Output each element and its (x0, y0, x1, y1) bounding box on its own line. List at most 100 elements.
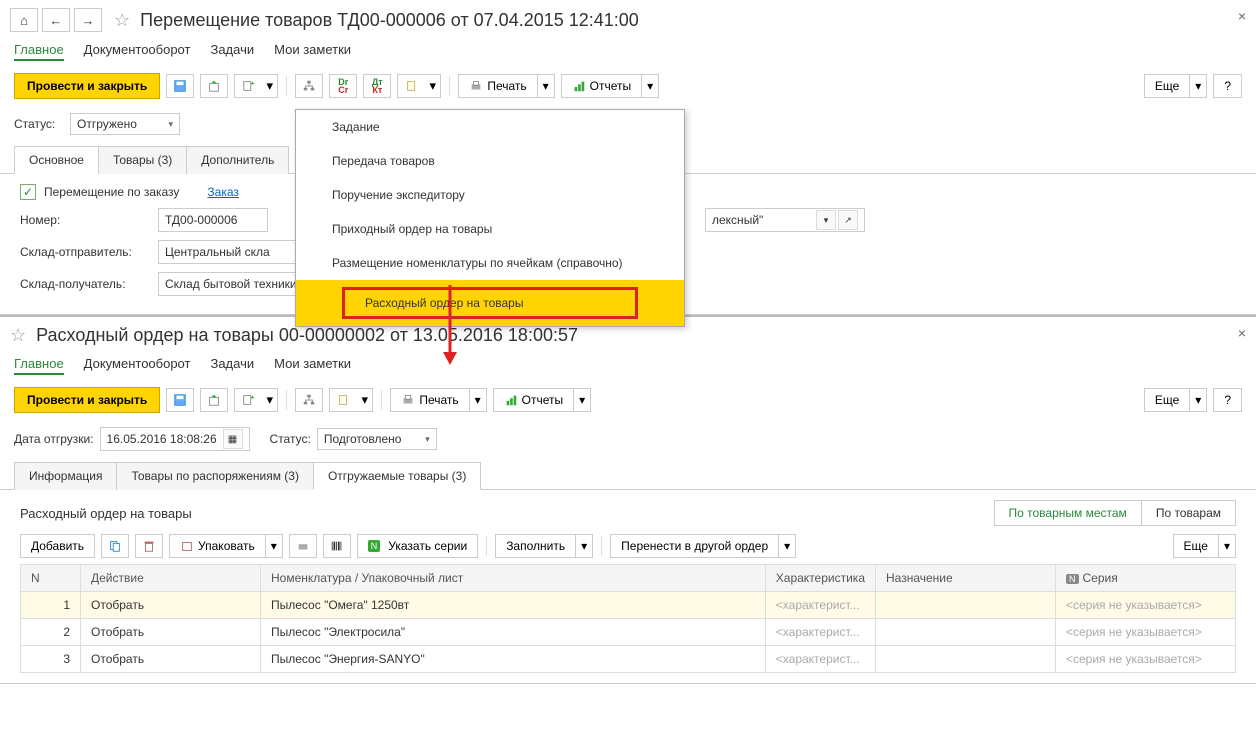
more-button[interactable]: Еще ▾ (1144, 74, 1207, 98)
highlight-frame: Расходный ордер на товары (342, 287, 638, 319)
menu-item-receipt-order[interactable]: Приходный ордер на товары (296, 212, 684, 246)
open-icon[interactable]: ↗ (838, 210, 858, 230)
tab-main-notes[interactable]: Мои заметки (274, 42, 351, 61)
view-toggle: По товарным местам По товарам (994, 500, 1237, 526)
save-button[interactable] (166, 74, 194, 98)
home-button[interactable]: ⌂ (10, 8, 38, 32)
col-nom[interactable]: Номенклатура / Упаковочный лист (261, 565, 766, 592)
ship-date-label: Дата отгрузки: (14, 432, 94, 446)
structure-button[interactable] (295, 74, 323, 98)
table-row[interactable]: 3 Отобрать Пылесос "Энергия-SANYO" <хара… (21, 646, 1236, 673)
post-button[interactable] (200, 388, 228, 412)
series-button[interactable]: NУказать серии (357, 534, 478, 558)
table-toolbar: Добавить Упаковать ▾ NУказать серии Запо… (20, 534, 1236, 558)
back-button[interactable]: ← (42, 8, 70, 32)
table-more-button[interactable]: Еще ▾ (1173, 534, 1236, 558)
print-button[interactable]: Печать ▾ (390, 388, 486, 412)
tab-main-docflow[interactable]: Документооборот (84, 42, 191, 61)
tab-inner-by-orders[interactable]: Товары по распоряжениям (3) (116, 462, 313, 490)
more-button[interactable]: Еще ▾ (1144, 388, 1207, 412)
favorite-icon[interactable]: ☆ (114, 10, 130, 31)
tab-inner-goods[interactable]: Товары (3) (98, 146, 187, 174)
tab-main-glavnoe[interactable]: Главное (14, 42, 64, 61)
table-row[interactable]: 2 Отобрать Пылесос "Электросила" <характ… (21, 619, 1236, 646)
dtkt-button[interactable]: ДтКт (363, 74, 391, 98)
help-button[interactable]: ? (1213, 74, 1242, 98)
main-tabs: Главное Документооборот Задачи Мои замет… (0, 36, 1256, 69)
toolbar: Провести и закрыть ▾ DrCr ДтКт ▾ Печать (0, 69, 1256, 109)
help-button[interactable]: ? (1213, 388, 1242, 412)
window-movement: ⌂ ← → ☆ Перемещение товаров ТД00-000006 … (0, 0, 1256, 315)
tab-main-notes[interactable]: Мои заметки (274, 356, 351, 375)
save-button[interactable] (166, 388, 194, 412)
print-row-button[interactable] (289, 534, 317, 558)
move-button[interactable]: Перенести в другой ордер ▾ (610, 534, 796, 558)
right-field: лексный" ▾↗ (705, 208, 865, 232)
barcode-button[interactable] (323, 534, 351, 558)
post-button[interactable] (200, 74, 228, 98)
status-label: Статус: (270, 432, 311, 446)
toggle-places[interactable]: По товарным местам (994, 500, 1142, 526)
tab-inner-main[interactable]: Основное (14, 146, 99, 174)
menu-item-task[interactable]: Задание (296, 110, 684, 144)
sender-label: Склад-отправитель: (20, 245, 150, 259)
tab-inner-extra[interactable]: Дополнитель (186, 146, 289, 174)
menu-item-expense-order[interactable]: Расходный ордер на товары (296, 280, 684, 326)
by-order-checkbox[interactable]: ✓ (20, 184, 36, 200)
create-based-button[interactable]: ▾ (234, 388, 278, 412)
status-select[interactable]: Отгружено▾ (70, 113, 180, 135)
table-title: Расходный ордер на товары (20, 506, 192, 521)
tab-main-glavnoe[interactable]: Главное (14, 356, 64, 375)
attach-button[interactable]: ▾ (397, 74, 441, 98)
tab-inner-info[interactable]: Информация (14, 462, 117, 490)
forward-button[interactable]: → (74, 8, 102, 32)
status-row: Дата отгрузки: 16.05.2016 18:08:26 ▦ Ста… (0, 423, 1256, 455)
toolbar: Провести и закрыть ▾ ▾ Печать ▾ (0, 383, 1256, 423)
main-tabs: Главное Документооборот Задачи Мои замет… (0, 350, 1256, 383)
table-header-row: N Действие Номенклатура / Упаковочный ли… (21, 565, 1236, 592)
dropdown-icon[interactable]: ▾ (816, 210, 836, 230)
create-based-button[interactable]: ▾ (234, 74, 278, 98)
copy-button[interactable] (101, 534, 129, 558)
tab-main-tasks[interactable]: Задачи (210, 356, 254, 375)
series-badge-icon: N (1066, 574, 1079, 584)
structure-button[interactable] (295, 388, 323, 412)
menu-item-forwarder[interactable]: Поручение экспедитору (296, 178, 684, 212)
print-button[interactable]: Печать ▾ (458, 74, 554, 98)
status-label: Статус: (14, 117, 64, 131)
close-button[interactable]: × (1238, 325, 1246, 341)
goods-table: N Действие Номенклатура / Упаковочный ли… (20, 564, 1236, 673)
status-select[interactable]: Подготовлено▾ (317, 428, 437, 450)
tab-main-docflow[interactable]: Документооборот (84, 356, 191, 375)
col-n[interactable]: N (21, 565, 81, 592)
toggle-goods[interactable]: По товарам (1142, 500, 1236, 526)
reports-button[interactable]: Отчеты ▾ (493, 388, 592, 412)
reports-button[interactable]: Отчеты ▾ (561, 74, 660, 98)
fill-button[interactable]: Заполнить ▾ (495, 534, 593, 558)
favorite-icon[interactable]: ☆ (10, 325, 26, 346)
table-row[interactable]: 1 Отобрать Пылесос "Омега" 1250вт <харак… (21, 592, 1236, 619)
tab-main-tasks[interactable]: Задачи (210, 42, 254, 61)
inner-tabs: Информация Товары по распоряжениям (3) О… (0, 455, 1256, 490)
right-field-input[interactable]: лексный" ▾↗ (705, 208, 865, 232)
col-series[interactable]: NСерия (1056, 565, 1236, 592)
nav-buttons: ⌂ ← → (10, 8, 102, 32)
col-action[interactable]: Действие (81, 565, 261, 592)
col-char[interactable]: Характеристика (765, 565, 875, 592)
calendar-icon[interactable]: ▦ (223, 429, 243, 449)
delete-button[interactable] (135, 534, 163, 558)
menu-item-transfer[interactable]: Передача товаров (296, 144, 684, 178)
post-close-button[interactable]: Провести и закрыть (14, 73, 160, 99)
menu-item-placement[interactable]: Размещение номенклатуры по ячейкам (спра… (296, 246, 684, 280)
order-link[interactable]: Заказ (207, 185, 238, 199)
tab-inner-shipped[interactable]: Отгружаемые товары (3) (313, 462, 481, 490)
pack-button[interactable]: Упаковать ▾ (169, 534, 283, 558)
add-button[interactable]: Добавить (20, 534, 95, 558)
col-purpose[interactable]: Назначение (876, 565, 1056, 592)
close-button[interactable]: × (1238, 8, 1246, 24)
attach-button[interactable]: ▾ (329, 388, 373, 412)
ship-date-input[interactable]: 16.05.2016 18:08:26 ▦ (100, 427, 250, 451)
post-close-button[interactable]: Провести и закрыть (14, 387, 160, 413)
number-input[interactable]: ТД00-000006 (158, 208, 268, 232)
drcr-button[interactable]: DrCr (329, 74, 357, 98)
